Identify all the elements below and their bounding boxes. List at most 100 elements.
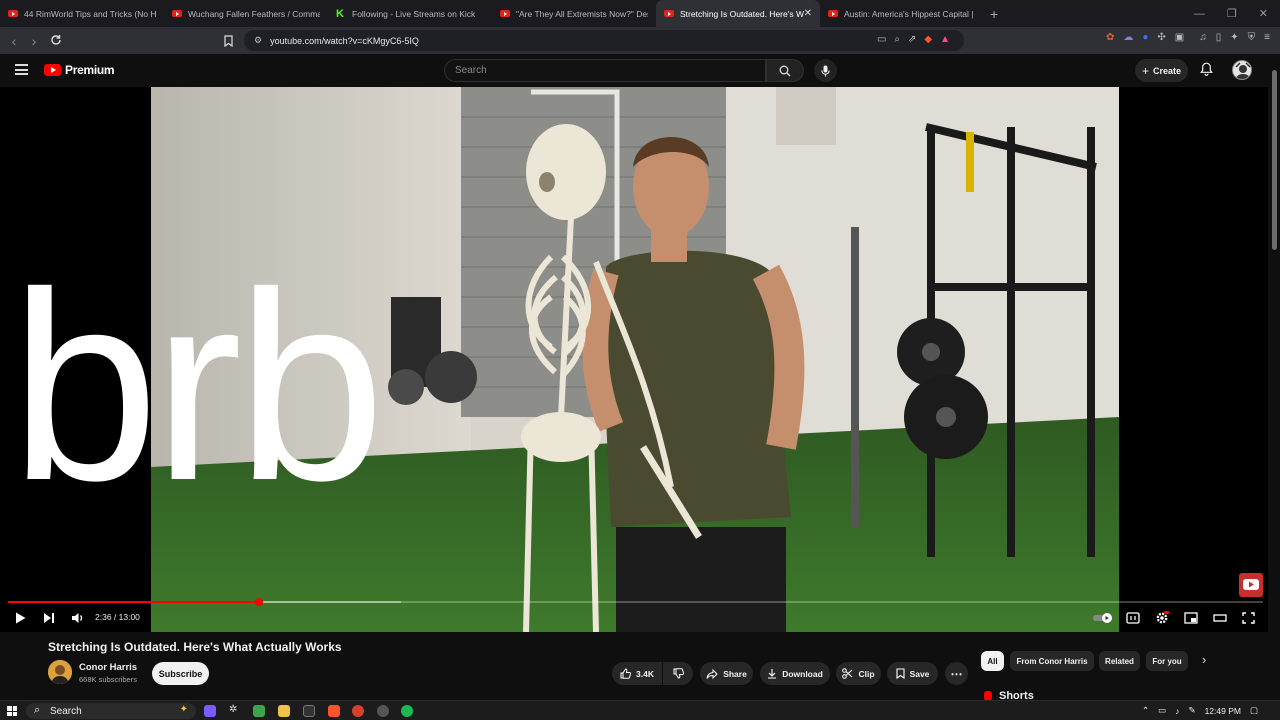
kick-favicon-icon: K bbox=[336, 7, 344, 20]
subscribe-button[interactable]: Subscribe bbox=[152, 662, 209, 685]
like-count: 3.4K bbox=[636, 668, 654, 679]
wallet-icon[interactable]: ⛨ bbox=[1248, 32, 1256, 43]
fullscreen-icon[interactable] bbox=[1242, 612, 1255, 627]
back-icon[interactable]: ‹ bbox=[4, 33, 24, 49]
create-button[interactable]: + Create bbox=[1135, 59, 1188, 82]
youtube-premium-logo[interactable]: Premium bbox=[44, 63, 115, 77]
copilot-app-icon[interactable] bbox=[204, 705, 216, 717]
brave-rewards-icon[interactable]: ▲ bbox=[940, 34, 950, 45]
notification-center-icon[interactable]: ▢ bbox=[1250, 705, 1258, 716]
search-input[interactable]: Search bbox=[444, 59, 766, 82]
store-app-icon[interactable] bbox=[253, 705, 265, 717]
search-icon bbox=[779, 65, 791, 76]
voice-search-button[interactable] bbox=[814, 59, 837, 82]
os-taskbar: ⌕ Search ✦ ✲ ⌃ ▭ ♪ ✎ 12:49 PM ▢ bbox=[0, 700, 1280, 720]
extension-icon[interactable]: ☁ bbox=[1123, 32, 1133, 43]
share-button[interactable]: Share bbox=[700, 662, 753, 685]
system-tray: ⌃ ▭ ♪ ✎ 12:49 PM ▢ bbox=[1142, 705, 1258, 716]
theater-mode-icon[interactable] bbox=[1213, 612, 1227, 627]
search-button[interactable] bbox=[766, 59, 804, 82]
minimize-icon[interactable]: — bbox=[1194, 8, 1205, 20]
extensions-puzzle-icon[interactable]: ✣ bbox=[1157, 32, 1165, 43]
notifications-button[interactable] bbox=[1200, 62, 1213, 81]
subscribe-watermark-icon[interactable] bbox=[1239, 573, 1263, 597]
cast-icon[interactable]: ▭ bbox=[877, 34, 886, 45]
menu-icon[interactable] bbox=[15, 64, 28, 75]
settings-app-icon[interactable]: ✲ bbox=[229, 704, 241, 716]
channel-avatar[interactable] bbox=[48, 660, 72, 684]
page-scrollbar-thumb[interactable] bbox=[1272, 70, 1277, 250]
browser-tab[interactable]: 44 RimWorld Tips and Tricks (No Ha bbox=[0, 0, 164, 27]
chip-from-channel[interactable]: From Conor Harris bbox=[1010, 651, 1094, 671]
dislike-button[interactable] bbox=[663, 662, 693, 685]
steam-app-icon[interactable] bbox=[377, 705, 389, 717]
subscriber-count: 668K subscribers bbox=[79, 675, 137, 684]
chip-for-you[interactable]: For you bbox=[1146, 651, 1188, 671]
tray-chevron-icon[interactable]: ⌃ bbox=[1142, 705, 1149, 716]
tab-close-icon[interactable]: ✕ bbox=[804, 8, 812, 19]
taskbar-search-label: Search bbox=[50, 705, 82, 717]
zoom-icon[interactable]: ⌕ bbox=[894, 34, 900, 45]
next-icon[interactable] bbox=[43, 612, 55, 627]
chips-next-icon[interactable]: › bbox=[1202, 652, 1206, 667]
browser-tab-strip: 44 RimWorld Tips and Tricks (No Ha Wucha… bbox=[0, 0, 1280, 27]
browser-tab[interactable]: Austin: America's Hippest Capital | Fr bbox=[820, 0, 984, 27]
taskbar-search[interactable]: ⌕ Search ✦ bbox=[26, 703, 196, 719]
extensions-toolbar: ✿ ☁ ● ✣ ▣ ♫ ▯ ✦ ⛨ ≡ bbox=[1106, 32, 1270, 43]
channel-name[interactable]: Conor Harris bbox=[79, 662, 137, 673]
restore-icon[interactable]: ❐ bbox=[1227, 7, 1237, 20]
autoplay-toggle[interactable] bbox=[1092, 612, 1114, 627]
like-button[interactable]: 3.4K bbox=[612, 662, 662, 685]
app-icon[interactable] bbox=[352, 705, 364, 717]
pen-icon[interactable]: ✎ bbox=[1188, 705, 1195, 716]
close-window-icon[interactable]: ✕ bbox=[1259, 7, 1268, 20]
clip-button[interactable]: Clip bbox=[836, 662, 881, 685]
video-player[interactable]: brb 2:36 / 13:00 bbox=[0, 87, 1268, 632]
browser-tab[interactable]: Wuchang Fallen Feathers / Comman bbox=[164, 0, 328, 27]
chip-all[interactable]: All bbox=[981, 651, 1004, 671]
thumbs-up-icon bbox=[620, 668, 632, 679]
play-icon[interactable] bbox=[15, 612, 26, 627]
clock[interactable]: 12:49 PM bbox=[1205, 706, 1241, 716]
download-label: Download bbox=[782, 668, 823, 679]
account-avatar[interactable] bbox=[1232, 60, 1252, 80]
search-placeholder: Search bbox=[455, 65, 487, 76]
save-button[interactable]: Save bbox=[887, 662, 938, 685]
browser-menu-icon[interactable]: ≡ bbox=[1264, 32, 1270, 43]
sidebar-toggle-icon[interactable]: ▯ bbox=[1216, 32, 1222, 43]
forward-icon[interactable]: › bbox=[24, 33, 44, 49]
browser-tab-active[interactable]: Stretching Is Outdated. Here's W ✕ bbox=[656, 0, 820, 27]
scrubber-handle[interactable] bbox=[255, 598, 263, 606]
progress-bar[interactable] bbox=[8, 598, 1263, 606]
download-button[interactable]: Download bbox=[760, 662, 830, 685]
chip-related[interactable]: Related bbox=[1099, 651, 1140, 671]
youtube-favicon-icon bbox=[8, 10, 18, 17]
browser-tab[interactable]: K Following - Live Streams on Kick bbox=[328, 0, 492, 27]
extension-icon[interactable]: ▣ bbox=[1175, 32, 1184, 43]
terminal-app-icon[interactable] bbox=[303, 705, 315, 717]
extension-icon[interactable]: ✿ bbox=[1106, 32, 1114, 43]
network-icon[interactable]: ▭ bbox=[1158, 705, 1166, 716]
file-explorer-icon[interactable] bbox=[278, 705, 290, 717]
share-page-icon[interactable]: ⇗ bbox=[908, 34, 916, 45]
bookmark-icon[interactable] bbox=[224, 34, 233, 52]
captions-icon[interactable] bbox=[1126, 612, 1140, 627]
spotify-app-icon[interactable] bbox=[401, 705, 413, 717]
reload-icon[interactable] bbox=[46, 33, 66, 49]
miniplayer-icon[interactable] bbox=[1184, 612, 1198, 627]
tab-label: 44 RimWorld Tips and Tricks (No Ha bbox=[24, 8, 156, 19]
brave-browser-icon[interactable] bbox=[328, 705, 340, 717]
address-bar[interactable]: ⚙ youtube.com/watch?v=cKMgyC6-5IQ ▭ ⌕ ⇗ … bbox=[244, 30, 964, 51]
brave-shields-icon[interactable]: ◆ bbox=[924, 34, 932, 45]
leo-ai-icon[interactable]: ✦ bbox=[1230, 32, 1238, 43]
windows-start-icon[interactable] bbox=[7, 706, 17, 716]
extension-icon[interactable]: ● bbox=[1142, 32, 1148, 43]
volume-tray-icon[interactable]: ♪ bbox=[1175, 706, 1179, 716]
new-tab-icon[interactable]: + bbox=[990, 6, 998, 22]
more-actions-button[interactable]: ⋯ bbox=[945, 662, 968, 685]
settings-gear-icon[interactable] bbox=[1155, 611, 1169, 628]
browser-tab[interactable]: "Are They All Extremists Now?" Desti bbox=[492, 0, 656, 27]
media-icon[interactable]: ♫ bbox=[1199, 32, 1207, 43]
site-info-icon[interactable]: ⚙ bbox=[254, 35, 262, 46]
volume-icon[interactable] bbox=[71, 612, 85, 627]
